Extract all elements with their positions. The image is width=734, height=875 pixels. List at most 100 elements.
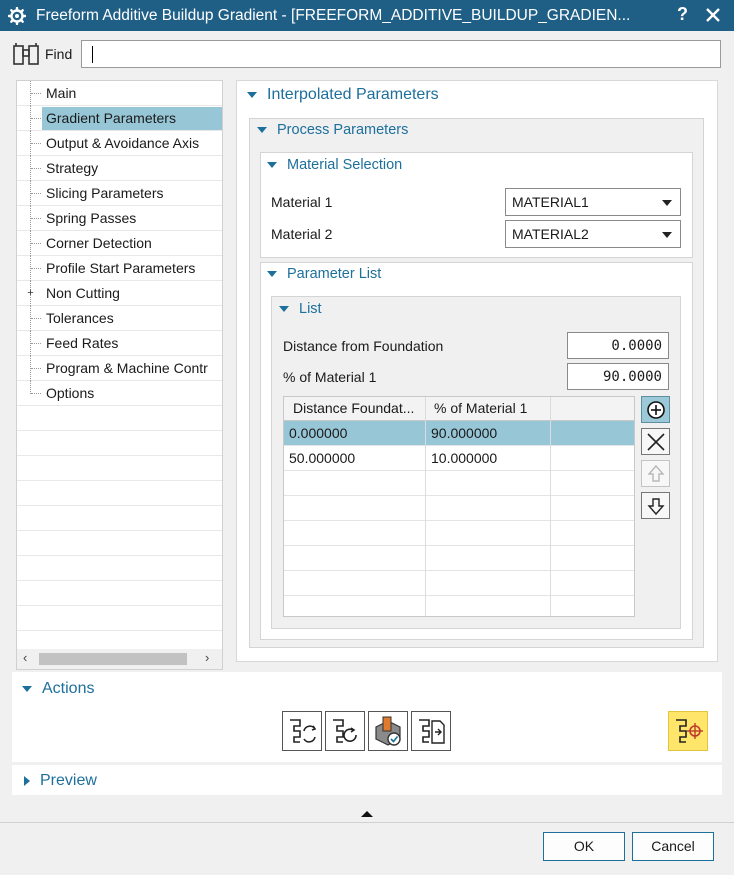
column-header-percent[interactable]: % of Material 1 xyxy=(434,400,552,416)
section-title: List xyxy=(299,301,322,317)
collapse-triangle-icon xyxy=(257,127,267,133)
scroll-left-icon[interactable]: ‹ xyxy=(23,650,27,665)
display-button[interactable] xyxy=(668,711,708,751)
table-empty-row xyxy=(284,546,634,571)
nav-empty-row xyxy=(17,406,222,431)
remove-row-button[interactable] xyxy=(641,428,670,455)
table-row[interactable]: 50.000000 10.000000 xyxy=(284,446,634,471)
table-empty-row xyxy=(284,471,634,496)
nav-item-strategy[interactable]: Strategy xyxy=(17,156,222,181)
generate-button[interactable] xyxy=(282,711,322,751)
table-empty-row xyxy=(284,496,634,521)
move-up-button[interactable] xyxy=(641,460,670,487)
section-title: Parameter List xyxy=(287,266,382,282)
nav-item-label: Gradient Parameters xyxy=(42,107,222,130)
material1-dropdown[interactable]: MATERIAL1 xyxy=(505,188,681,216)
section-title: Interpolated Parameters xyxy=(267,86,439,103)
verify-icon xyxy=(375,716,401,746)
nav-item-main[interactable]: Main xyxy=(17,81,222,106)
nav-item-program-machine-control[interactable]: Program & Machine Contr xyxy=(17,356,222,381)
distance-from-foundation-input[interactable]: 0.0000 xyxy=(567,332,669,359)
replay-icon xyxy=(333,719,357,743)
section-title: Material Selection xyxy=(287,157,403,173)
nav-item-slicing-parameters[interactable]: Slicing Parameters xyxy=(17,181,222,206)
nav-empty-row xyxy=(17,581,222,606)
nav-item-feed-rates[interactable]: Feed Rates xyxy=(17,331,222,356)
table-cell[interactable]: 10.000000 xyxy=(431,450,497,466)
table-row[interactable]: 0.000000 90.000000 xyxy=(284,421,634,446)
collapse-triangle-icon xyxy=(267,162,277,168)
table-empty-row xyxy=(284,521,634,546)
list-icon xyxy=(419,719,445,744)
arrow-up-icon xyxy=(647,464,665,482)
nav-empty-row xyxy=(17,456,222,481)
nav-item-tolerances[interactable]: Tolerances xyxy=(17,306,222,331)
list-button[interactable] xyxy=(411,711,451,751)
nav-item-label: Output & Avoidance Axis xyxy=(46,135,200,151)
nav-item-gradient-parameters[interactable]: Gradient Parameters xyxy=(17,106,222,131)
title-bar: Freeform Additive Buildup Gradient - [FR… xyxy=(0,0,734,31)
section-title: Actions xyxy=(42,680,95,697)
column-header-distance[interactable]: Distance Foundat... xyxy=(293,400,423,416)
scrollbar-thumb[interactable] xyxy=(39,653,187,665)
gear-icon[interactable] xyxy=(8,6,26,25)
process-parameters-header[interactable]: Process Parameters xyxy=(257,122,408,138)
nav-horizontal-scrollbar[interactable]: ‹ › xyxy=(17,649,222,669)
nav-item-label: Strategy xyxy=(46,160,99,176)
find-label: Find xyxy=(45,46,73,62)
move-down-button[interactable] xyxy=(641,492,670,519)
display-icon xyxy=(676,719,703,743)
verify-button[interactable] xyxy=(368,711,408,751)
remove-x-icon xyxy=(647,433,665,451)
nav-item-output-avoidance-axis[interactable]: Output & Avoidance Axis xyxy=(17,131,222,156)
parameter-list-header[interactable]: Parameter List xyxy=(267,266,381,282)
section-title: Preview xyxy=(40,772,97,789)
actions-panel xyxy=(12,672,722,762)
nav-item-label: Non Cutting xyxy=(46,285,120,301)
window-title: Freeform Additive Buildup Gradient - [FR… xyxy=(36,6,631,24)
section-title: Process Parameters xyxy=(277,122,409,138)
nav-empty-row xyxy=(17,431,222,456)
column-divider xyxy=(425,397,426,616)
close-icon[interactable] xyxy=(704,6,722,24)
nav-item-profile-start-parameters[interactable]: Profile Start Parameters xyxy=(17,256,222,281)
nav-item-options[interactable]: Options xyxy=(17,381,222,406)
cancel-button[interactable]: Cancel xyxy=(632,832,714,861)
table-empty-row xyxy=(284,571,634,596)
collapse-triangle-icon xyxy=(279,306,289,312)
distance-from-foundation-label: Distance from Foundation xyxy=(283,338,444,354)
nav-item-label: Slicing Parameters xyxy=(46,185,164,201)
collapse-triangle-icon xyxy=(267,271,277,277)
interpolated-parameters-header[interactable]: Interpolated Parameters xyxy=(247,86,439,104)
add-circle-icon xyxy=(647,401,665,419)
preview-header[interactable]: Preview xyxy=(24,772,97,790)
nav-item-label: Profile Start Parameters xyxy=(46,260,196,276)
nav-empty-row xyxy=(17,556,222,581)
table-cell[interactable]: 50.000000 xyxy=(289,450,355,466)
navigation-tree: Main Gradient Parameters Output & Avoida… xyxy=(16,80,223,670)
parameter-table: Distance Foundat... % of Material 1 0.00… xyxy=(283,396,635,617)
nav-item-corner-detection[interactable]: Corner Detection xyxy=(17,231,222,256)
collapse-up-icon[interactable] xyxy=(361,811,373,817)
material-selection-header[interactable]: Material Selection xyxy=(267,157,402,173)
scroll-right-icon[interactable]: › xyxy=(205,650,209,665)
nav-item-label: Options xyxy=(46,385,95,401)
material2-dropdown[interactable]: MATERIAL2 xyxy=(505,220,681,248)
table-cell[interactable]: 0.000000 xyxy=(289,425,347,441)
percent-material1-input[interactable]: 90.0000 xyxy=(567,363,669,390)
table-cell[interactable]: 90.000000 xyxy=(431,425,497,441)
collapse-triangle-icon xyxy=(247,92,257,98)
help-button[interactable]: ? xyxy=(677,4,688,25)
expand-plus-icon[interactable]: + xyxy=(26,288,35,299)
nav-item-spring-passes[interactable]: Spring Passes xyxy=(17,206,222,231)
replay-button[interactable] xyxy=(325,711,365,751)
list-header[interactable]: List xyxy=(279,301,322,317)
find-input[interactable] xyxy=(81,40,721,68)
ok-button[interactable]: OK xyxy=(543,832,625,861)
material2-label: Material 2 xyxy=(271,226,333,242)
nav-item-non-cutting[interactable]: + Non Cutting xyxy=(17,281,222,306)
column-divider xyxy=(550,397,551,616)
divider xyxy=(0,822,734,823)
actions-header[interactable]: Actions xyxy=(22,680,94,698)
add-row-button[interactable] xyxy=(641,396,670,423)
